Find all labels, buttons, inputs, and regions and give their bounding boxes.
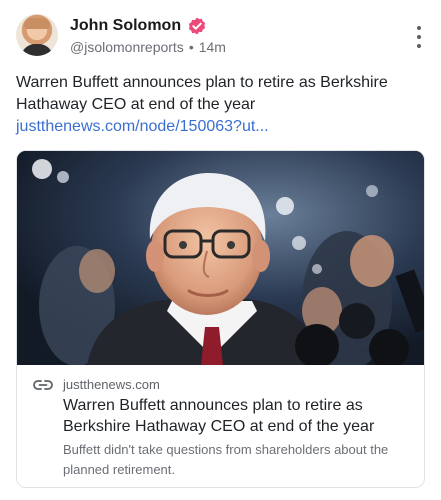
- post-link[interactable]: justthenews.com/node/150063?ut...: [16, 118, 269, 135]
- preview-title: Warren Buffett announces plan to retire …: [63, 397, 375, 435]
- preview-details: justthenews.com Warren Buffett announces…: [17, 365, 424, 487]
- post-header: John Solomon @jsolomonreports • 14m: [16, 14, 429, 58]
- link-preview-card[interactable]: justthenews.com Warren Buffett announces…: [16, 150, 425, 488]
- more-vertical-icon[interactable]: [415, 26, 423, 48]
- post-text: Warren Buffett announces plan to retire …: [16, 72, 426, 138]
- verified-badge-icon: [187, 16, 207, 36]
- author-name[interactable]: John Solomon: [70, 17, 181, 35]
- post-time: 14m: [198, 39, 226, 55]
- meta-separator: •: [188, 39, 194, 55]
- author-name-row: John Solomon: [70, 16, 207, 36]
- preview-domain: justthenews.com: [63, 377, 160, 392]
- author-handle[interactable]: @jsolomonreports: [70, 39, 184, 55]
- author-avatar[interactable]: [16, 14, 58, 56]
- link-icon: [33, 378, 53, 390]
- preview-description: Buffett didn't take questions from share…: [63, 442, 389, 477]
- preview-image: [17, 151, 424, 365]
- author-meta: @jsolomonreports • 14m: [70, 39, 226, 55]
- post-body: Warren Buffett announces plan to retire …: [16, 74, 388, 113]
